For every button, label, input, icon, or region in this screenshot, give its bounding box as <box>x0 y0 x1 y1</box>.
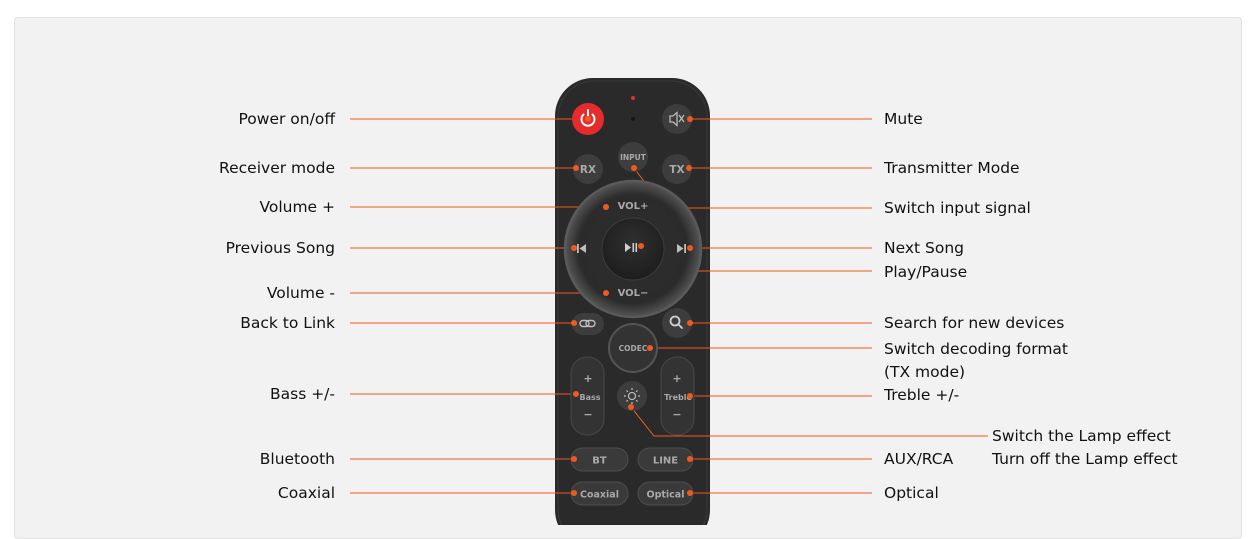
label-tx-mode: (TX mode) <box>884 363 966 381</box>
label-play-pause: Play/Pause <box>884 263 968 281</box>
label-receiver-mode: Receiver mode <box>219 159 335 177</box>
label-lamp-off: Turn off the Lamp effect <box>992 450 1178 468</box>
label-bluetooth: Bluetooth <box>259 450 335 468</box>
codec-button-label: CODEC <box>619 344 648 353</box>
tx-button-label: TX <box>669 164 684 176</box>
label-search: Search for new devices <box>884 314 1065 332</box>
label-treble: Treble +/- <box>884 386 960 404</box>
bass-label: Bass <box>579 393 600 402</box>
label-mute: Mute <box>884 110 923 128</box>
rx-button-label: RX <box>580 164 596 176</box>
mic-hole <box>631 117 635 121</box>
volume-up-label: VOL+ <box>618 201 649 212</box>
label-bass: Bass +/- <box>269 385 335 403</box>
volume-down-label: VOL− <box>618 288 649 299</box>
label-back-to-link: Back to Link <box>240 314 335 332</box>
input-button-label: INPUT <box>620 153 647 162</box>
label-coaxial: Coaxial <box>277 484 335 502</box>
remote-diagram: RX INPUT TX VOL+ VOL− CODEC + Bass − + T… <box>350 78 988 525</box>
label-volume-down: Volume - <box>266 284 335 302</box>
line-button-label: LINE <box>653 456 678 467</box>
label-optical: Optical <box>884 484 939 502</box>
optical-button-label: Optical <box>647 490 685 501</box>
indicator-led <box>631 96 635 100</box>
label-switch-input: Switch input signal <box>884 199 1031 217</box>
label-transmitter-mode: Transmitter Mode <box>884 159 1020 177</box>
treble-plus: + <box>672 372 681 385</box>
label-power: Power on/off <box>238 110 335 128</box>
bass-minus: − <box>583 408 592 421</box>
label-decoding-format: Switch decoding format <box>884 340 1069 358</box>
label-volume-up: Volume + <box>259 198 335 216</box>
label-next-song: Next Song <box>884 239 965 257</box>
label-previous-song: Previous Song <box>225 239 335 257</box>
treble-minus: − <box>672 408 681 421</box>
bt-button-label: BT <box>592 456 607 467</box>
label-aux-rca: AUX/RCA <box>884 450 954 468</box>
bass-plus: + <box>583 372 592 385</box>
label-lamp-switch: Switch the Lamp effect <box>992 427 1171 445</box>
coaxial-button-label: Coaxial <box>580 490 619 501</box>
